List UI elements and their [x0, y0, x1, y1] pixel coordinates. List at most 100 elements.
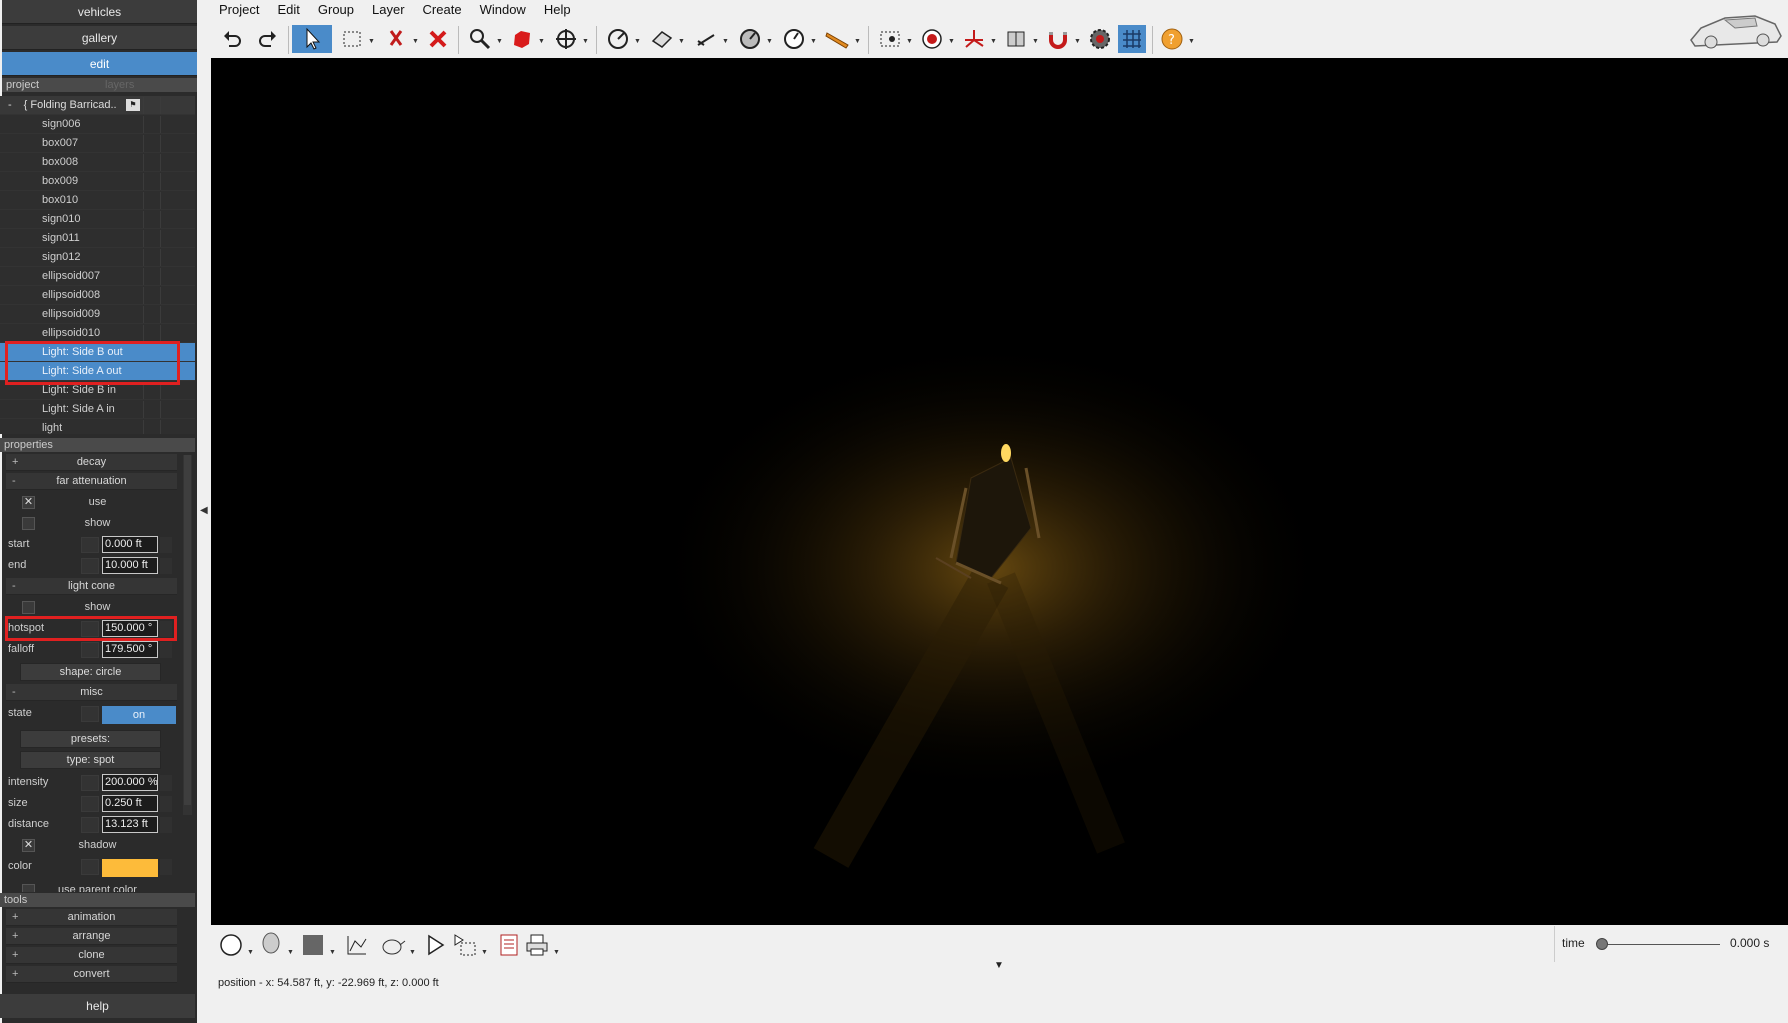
time-slider-knob[interactable]: [1596, 938, 1608, 950]
link-box[interactable]: [81, 642, 99, 658]
falloff-field[interactable]: 179.500 °: [102, 641, 158, 658]
tab-layers[interactable]: layers: [101, 78, 196, 92]
tree-item[interactable]: sign011: [0, 229, 195, 248]
size-field[interactable]: 0.250 ft: [102, 795, 158, 812]
rect-select-icon[interactable]: [338, 25, 366, 53]
type-button[interactable]: type: spot: [20, 751, 161, 769]
tools-clone[interactable]: + clone: [6, 947, 177, 964]
select-arrow-icon[interactable]: [292, 25, 332, 53]
visibility-cells[interactable]: [143, 420, 177, 434]
help-button[interactable]: help: [0, 994, 195, 1018]
menu-edit[interactable]: Edit: [268, 0, 308, 20]
properties-scrollbar[interactable]: [183, 455, 192, 815]
graph-icon[interactable]: [343, 931, 371, 959]
spinner[interactable]: [160, 859, 172, 875]
redo-icon[interactable]: [254, 25, 282, 53]
tab-project[interactable]: project: [6, 78, 101, 92]
start-field[interactable]: 0.000 ft: [102, 536, 158, 553]
menu-group[interactable]: Group: [309, 0, 363, 20]
mirror-icon[interactable]: [1002, 25, 1030, 53]
state-toggle[interactable]: on: [102, 706, 176, 724]
gauge-icon[interactable]: [736, 25, 764, 53]
print-icon[interactable]: [523, 931, 551, 959]
visibility-cells[interactable]: [143, 116, 177, 133]
visibility-cells[interactable]: [143, 268, 177, 285]
help-icon[interactable]: ?: [1158, 25, 1186, 53]
visibility-cells[interactable]: [143, 382, 177, 399]
play-icon[interactable]: [421, 931, 449, 959]
visibility-cells[interactable]: [143, 287, 177, 304]
link-box[interactable]: [81, 706, 99, 722]
rotate-icon[interactable]: [604, 25, 632, 53]
visibility-cells[interactable]: [143, 135, 177, 152]
measure-icon[interactable]: [692, 25, 720, 53]
collapse-toggle[interactable]: -: [12, 578, 16, 595]
graph-icon[interactable]: [81, 775, 99, 791]
link-box[interactable]: [81, 796, 99, 812]
report-icon[interactable]: [495, 931, 523, 959]
section-light-cone[interactable]: - light cone: [6, 578, 177, 595]
gallery-button[interactable]: gallery: [2, 26, 197, 50]
scrollbar-thumb[interactable]: [184, 455, 191, 805]
visibility-cells[interactable]: [143, 230, 177, 247]
gear-icon[interactable]: [1086, 25, 1114, 53]
cube-icon[interactable]: [508, 25, 536, 53]
time-slider[interactable]: [1598, 944, 1720, 945]
tree-item[interactable]: box008: [0, 153, 195, 172]
expand-toggle[interactable]: +: [12, 928, 18, 945]
tree-item[interactable]: ellipsoid010: [0, 324, 195, 343]
teapot-icon[interactable]: [379, 931, 407, 959]
3d-viewport[interactable]: [211, 58, 1788, 925]
tree-item[interactable]: Light: Side B in: [0, 381, 195, 400]
link-box[interactable]: [81, 621, 99, 637]
grid-icon[interactable]: [1118, 25, 1146, 53]
visibility-cells[interactable]: [143, 325, 177, 342]
menu-help[interactable]: Help: [535, 0, 580, 20]
hotspot-field[interactable]: 150.000 °: [102, 620, 158, 637]
section-decay[interactable]: + decay: [6, 454, 177, 471]
unselect-icon[interactable]: [382, 25, 410, 53]
tools-animation[interactable]: + animation: [6, 909, 177, 926]
spinner[interactable]: [160, 775, 172, 791]
render-region-icon[interactable]: [451, 931, 479, 959]
spinner[interactable]: [160, 558, 172, 574]
visibility-cells[interactable]: [143, 401, 177, 418]
section-far-attenuation[interactable]: - far attenuation: [6, 473, 177, 490]
tree-item[interactable]: sign012: [0, 248, 195, 267]
spinner[interactable]: [160, 817, 172, 833]
camera-box-icon[interactable]: [876, 25, 904, 53]
magnet-icon[interactable]: [1044, 25, 1072, 53]
tree-item[interactable]: ellipsoid009: [0, 305, 195, 324]
tree-item[interactable]: box007: [0, 134, 195, 153]
flag-icon[interactable]: ⚑: [126, 99, 140, 111]
spinner[interactable]: [160, 796, 172, 812]
expand-toggle[interactable]: +: [12, 454, 18, 471]
visibility-cells[interactable]: [143, 306, 177, 323]
visibility-cells[interactable]: [143, 211, 177, 228]
tools-arrange[interactable]: + arrange: [6, 928, 177, 945]
undo-icon[interactable]: [218, 25, 246, 53]
visibility-cells[interactable]: [143, 154, 177, 171]
tree-item[interactable]: box010: [0, 191, 195, 210]
intensity-field[interactable]: 200.000 %: [102, 774, 158, 791]
timer-icon[interactable]: [780, 25, 808, 53]
spinner[interactable]: [160, 621, 172, 637]
expand-toggle[interactable]: +: [12, 966, 18, 983]
visibility-cells[interactable]: [143, 97, 177, 114]
menu-layer[interactable]: Layer: [363, 0, 414, 20]
delete-icon[interactable]: [424, 25, 452, 53]
expand-toggle[interactable]: +: [12, 947, 18, 964]
tree-root-item[interactable]: -{ Folding Barricad.. ⚑: [0, 96, 195, 115]
tree-item-selected[interactable]: Light: Side A out: [0, 362, 195, 381]
square-icon[interactable]: [299, 931, 327, 959]
tree-item[interactable]: box009: [0, 172, 195, 191]
collapse-toggle[interactable]: -: [12, 473, 16, 490]
shape-button[interactable]: shape: circle: [20, 663, 161, 681]
menu-window[interactable]: Window: [471, 0, 535, 20]
tree-item[interactable]: sign006: [0, 115, 195, 134]
axis-icon[interactable]: [960, 25, 988, 53]
expand-down-icon[interactable]: ▼: [994, 960, 1004, 971]
plane-icon[interactable]: [648, 25, 676, 53]
spinner[interactable]: [160, 642, 172, 658]
tree-item-selected[interactable]: Light: Side B out: [0, 343, 195, 362]
